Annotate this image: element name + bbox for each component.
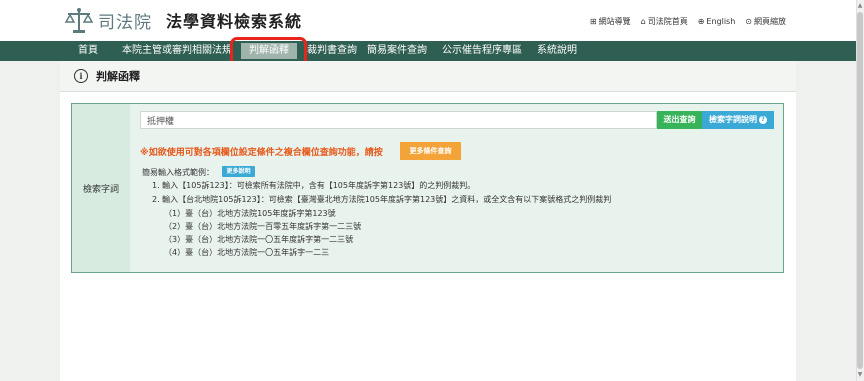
page-header: i 判解函釋 [60, 61, 796, 92]
example-line: 1. 輸入【105訴123】：可檢索所有法院中，含有【105年度訴字第123號】… [152, 181, 476, 190]
example-line: （4）臺（台）北地方法院一〇五年訴字一二三 [164, 248, 330, 257]
compound-query-notice: ※如欲使用可對各項欄位設定條件之複合欄位查詢功能，請按 [140, 148, 383, 158]
search-panel: 檢索字詞 送出查詢 檢索字詞說明? ※如欲使用可對各項欄位設定條件之複合欄位查詢… [71, 103, 784, 273]
scroll-up-icon[interactable]: ▲ [857, 2, 863, 10]
home-link[interactable]: ⌂ 司法院首頁 [641, 16, 688, 27]
globe-icon: ⊕ [697, 17, 705, 26]
nav-item-home[interactable]: 首頁 [78, 41, 98, 61]
nav-item-system-help[interactable]: 系統說明 [537, 41, 577, 61]
question-icon: ? [759, 115, 767, 124]
submit-button[interactable]: 送出查詢 [657, 111, 702, 129]
zoom-icon: ⊙ [745, 17, 752, 26]
home-icon: ⌂ [640, 17, 646, 26]
example-line: （2）臺（台）北地方法院一百零五年度訴字第一二三號 [164, 222, 362, 231]
system-title: 法學資料檢索系統 [166, 12, 303, 31]
page-title: 判解函釋 [96, 70, 140, 83]
search-help-button[interactable]: 檢索字詞說明? [702, 111, 774, 129]
scroll-down-icon[interactable]: ▼ [857, 371, 863, 379]
utility-links: ⊞ 網站導覽 ⌂ 司法院首頁 ⊕ English ⊙ 網頁縮放 [590, 16, 786, 27]
sitemap-link[interactable]: ⊞ 網站導覽 [590, 16, 631, 27]
nav-item-summary-cases[interactable]: 簡易案件查詢 [367, 41, 427, 61]
main-nav: 首頁 本院主管或審判相關法規 判解函釋 裁判書查詢 簡易案件查詢 公示催告程序專… [0, 41, 856, 61]
example-line: （3）臺（台）北地方法院一〇五年度訴字第一二三號 [164, 235, 354, 244]
zoom-link[interactable]: ⊙ 網頁縮放 [745, 16, 786, 27]
scrollbar-thumb[interactable] [857, 12, 863, 369]
nav-item-regulations[interactable]: 本院主管或審判相關法規 [122, 41, 232, 61]
search-input[interactable] [140, 111, 657, 129]
top-header: 司法院 法學資料檢索系統 ⊞ 網站導覽 ⌂ 司法院首頁 ⊕ English ⊙ 網頁縮放 [0, 0, 856, 42]
info-icon: i [74, 69, 88, 83]
example-line: 2. 輸入【台北地院105訴123】：可檢索【臺灣臺北地方法院105年度訴字第1… [152, 195, 612, 204]
sitemap-icon: ⊞ [589, 17, 597, 26]
nav-item-public-summons[interactable]: 公示催告程序專區 [442, 41, 522, 61]
search-field-label: 檢索字詞 [72, 104, 130, 272]
more-description-button[interactable]: 更多說明 [222, 166, 255, 177]
example-line: （1）臺（台）北地方法院105年度訴字第123號 [164, 209, 336, 218]
vertical-scrollbar[interactable]: ▲ ▼ [856, 0, 864, 381]
more-conditions-button[interactable]: 更多條件查詢 [400, 142, 461, 160]
org-name: 司法院 [98, 12, 152, 33]
english-link[interactable]: ⊕ English [698, 16, 736, 27]
judicial-yuan-logo[interactable]: 司法院 法學資料檢索系統 [64, 6, 302, 34]
nav-item-judgments[interactable]: 裁判書查詢 [307, 41, 357, 61]
search-panel-body: 送出查詢 檢索字詞說明? ※如欲使用可對各項欄位設定條件之複合欄位查詢功能，請按… [130, 104, 783, 272]
scales-icon [64, 8, 94, 33]
example-heading: 簡易輸入格式範例： [142, 168, 214, 177]
